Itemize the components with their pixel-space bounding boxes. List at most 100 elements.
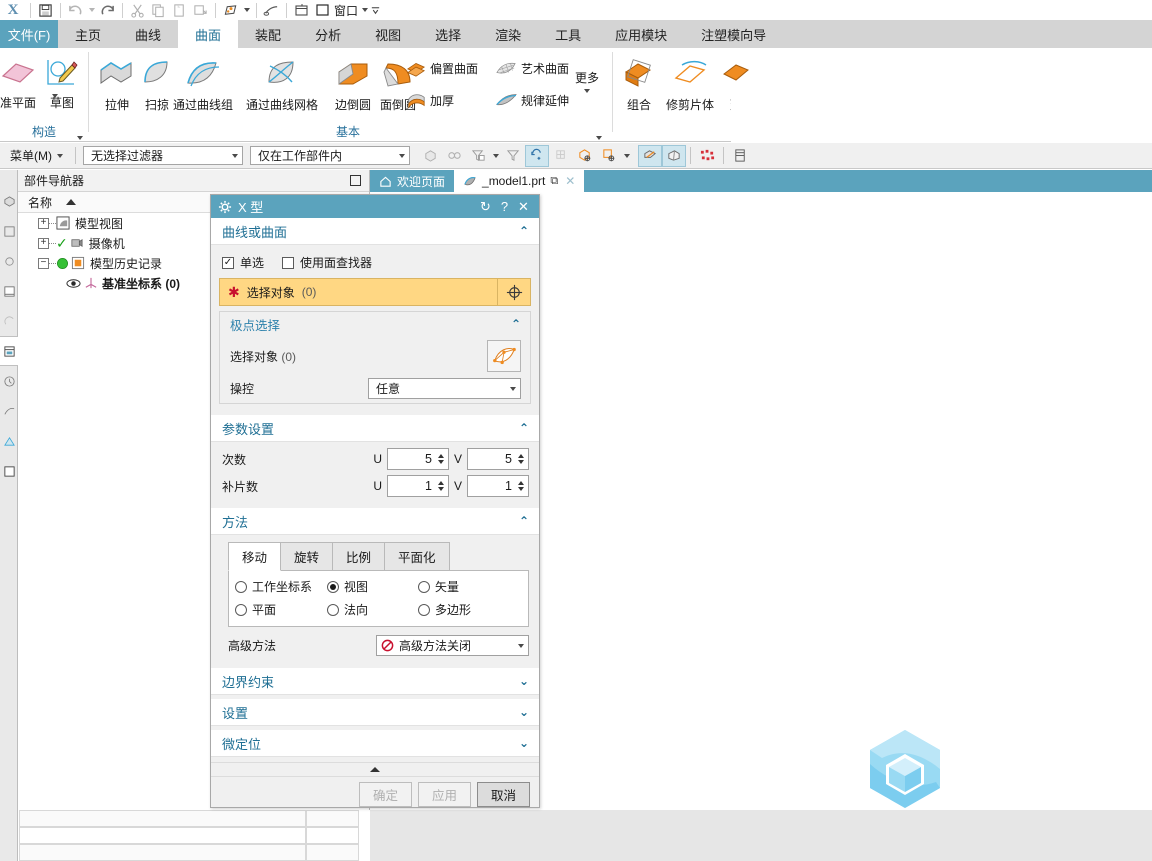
tab-assembly[interactable]: 装配	[238, 20, 298, 48]
tab-tools[interactable]: 工具	[538, 20, 598, 48]
tab-file[interactable]: 文件(F)	[0, 20, 58, 48]
wcs-origin-icon[interactable]	[573, 145, 597, 167]
section-header-curve-or-surface[interactable]: 曲线或曲面 ⌃	[211, 218, 539, 245]
radio-button-icon[interactable]	[327, 580, 339, 593]
expander-icon[interactable]: −	[38, 257, 49, 269]
doc-tab-welcome[interactable]: 欢迎页面	[370, 170, 455, 192]
patches-u-stepper[interactable]: 1	[386, 475, 449, 497]
role-palette-icon[interactable]	[0, 456, 18, 486]
combine-button[interactable]: 组合	[616, 56, 662, 113]
method-tab-scale[interactable]: 比例	[332, 542, 386, 570]
history-navigator-icon[interactable]	[0, 366, 18, 396]
eye-icon[interactable]	[66, 277, 81, 290]
tab-select[interactable]: 选择	[418, 20, 478, 48]
edit-object-display-icon[interactable]	[220, 1, 241, 20]
advanced-method-select[interactable]: 高级方法关闭	[376, 635, 529, 656]
undo-dropdown-icon[interactable]	[86, 1, 97, 20]
radio-plane[interactable]: 平面	[235, 601, 327, 618]
save-icon[interactable]	[35, 1, 56, 20]
chevron-down-icon[interactable]: ⌄	[519, 674, 529, 688]
customize-toolbar-icon[interactable]	[370, 1, 381, 20]
assembly-navigator-icon[interactable]	[0, 186, 18, 216]
menu-button[interactable]: 菜单(M)	[0, 147, 71, 164]
radio-vector[interactable]: 矢量	[418, 578, 459, 595]
ok-button[interactable]: 确定	[359, 782, 412, 807]
copy-icon[interactable]	[148, 1, 169, 20]
paintbrush-icon[interactable]	[261, 1, 282, 20]
system-materials-icon[interactable]	[0, 396, 18, 426]
tab-application[interactable]: 应用模块	[598, 20, 684, 48]
use-face-finder-checkbox[interactable]	[282, 256, 295, 269]
radio-button-icon[interactable]	[235, 603, 247, 616]
pole-select-button[interactable]	[487, 340, 521, 372]
thicken-button[interactable]: 加厚	[405, 90, 454, 110]
section-header-settings[interactable]: 设置 ⌄	[211, 699, 539, 726]
construct-dialog-launcher-icon[interactable]	[77, 136, 83, 140]
dock-pin-icon[interactable]	[350, 175, 361, 186]
apply-button[interactable]: 应用	[418, 782, 471, 807]
filter-list-icon[interactable]	[466, 145, 490, 167]
chevron-up-icon[interactable]: ⌃	[519, 421, 529, 435]
window-layout-icon[interactable]	[291, 1, 312, 20]
radio-view[interactable]: 视图	[327, 578, 418, 595]
pattern-icon[interactable]	[695, 145, 719, 167]
radio-button-icon[interactable]	[418, 580, 430, 593]
radio-button-icon[interactable]	[235, 580, 247, 593]
trim-sheet-button[interactable]: 修剪片体	[659, 56, 721, 113]
basic-dialog-launcher-icon[interactable]	[596, 136, 602, 140]
method-tab-planarize[interactable]: 平面化	[384, 542, 450, 570]
window-dropdown-icon[interactable]	[359, 1, 370, 20]
subsection-header-pole-selection[interactable]: 极点选择 ⌃	[220, 312, 530, 336]
wireframe-display-icon[interactable]	[662, 144, 686, 167]
display-dropdown-icon[interactable]	[241, 1, 252, 20]
manipulation-select[interactable]: 任意	[368, 378, 521, 399]
tab-surface[interactable]: 曲面	[178, 20, 239, 48]
tab-analysis[interactable]: 分析	[298, 20, 358, 48]
selection-filter-combo[interactable]: 无选择过滤器	[83, 146, 243, 165]
law-extension-button[interactable]: 规律延伸	[494, 90, 569, 110]
shaded-display-icon[interactable]	[638, 144, 662, 167]
radio-normal[interactable]: 法向	[327, 601, 418, 618]
paste-icon[interactable]	[169, 1, 190, 20]
clear-filter-icon[interactable]	[501, 145, 525, 167]
tab-mold-wizard[interactable]: 注塑模向导	[684, 20, 783, 48]
section-header-fine-positioning[interactable]: 微定位 ⌄	[211, 730, 539, 757]
radio-polygon[interactable]: 多边形	[418, 601, 471, 618]
select-object-field[interactable]: ✱ 选择对象 (0)	[219, 278, 498, 306]
select-solid-icon[interactable]	[418, 145, 442, 167]
doc-tab-model1[interactable]: _model1.prt ⧉ ✕	[454, 170, 585, 192]
dialog-titlebar[interactable]: X 型 ↻ ? ✕	[211, 195, 539, 218]
html-help-icon[interactable]	[0, 276, 18, 306]
chevron-down-icon[interactable]: ⌄	[519, 736, 529, 750]
close-button[interactable]: ✕	[514, 199, 533, 215]
redo-icon[interactable]	[97, 1, 118, 20]
construct-more-caret-icon[interactable]	[52, 94, 58, 98]
studio-surface-button[interactable]: 艺术曲面	[494, 58, 569, 78]
reset-button[interactable]: ↻	[476, 199, 495, 215]
window-blank-icon[interactable]	[312, 1, 333, 20]
part-navigator-icon[interactable]	[0, 336, 18, 366]
expander-icon[interactable]: +	[38, 237, 49, 249]
wcs-dynamics-icon[interactable]	[597, 145, 621, 167]
paste-special-icon[interactable]	[190, 1, 211, 20]
tab-home[interactable]: 主页	[58, 20, 118, 48]
degree-u-stepper[interactable]: 5	[386, 448, 449, 470]
web-browser-icon[interactable]	[0, 306, 18, 336]
expander-icon[interactable]: +	[38, 217, 49, 229]
method-tab-rotate[interactable]: 旋转	[280, 542, 334, 570]
chevron-down-icon[interactable]: ⌄	[519, 705, 529, 719]
cancel-button[interactable]: 取消	[477, 782, 530, 807]
filter-dropdown-icon[interactable]	[490, 146, 501, 165]
help-button[interactable]: ?	[495, 199, 514, 214]
xform-dialog[interactable]: X 型 ↻ ? ✕ 曲线或曲面 ⌃ ✓ 单选 使用面查找器 ✱ 选择对象 (0)…	[210, 194, 540, 808]
selection-scope-combo[interactable]: 仅在工作部件内	[250, 146, 410, 165]
method-tab-move[interactable]: 移动	[228, 542, 282, 571]
move-object-icon[interactable]	[525, 144, 549, 167]
chevron-up-icon[interactable]: ⌃	[511, 317, 521, 331]
sketch-button[interactable]: 草图	[36, 56, 88, 111]
wcs-dropdown-icon[interactable]	[621, 146, 632, 165]
section-header-method[interactable]: 方法 ⌃	[211, 508, 539, 535]
grid-snap-icon[interactable]	[549, 145, 573, 167]
reuse-library-icon[interactable]	[0, 246, 18, 276]
close-icon[interactable]: ✕	[565, 174, 575, 188]
